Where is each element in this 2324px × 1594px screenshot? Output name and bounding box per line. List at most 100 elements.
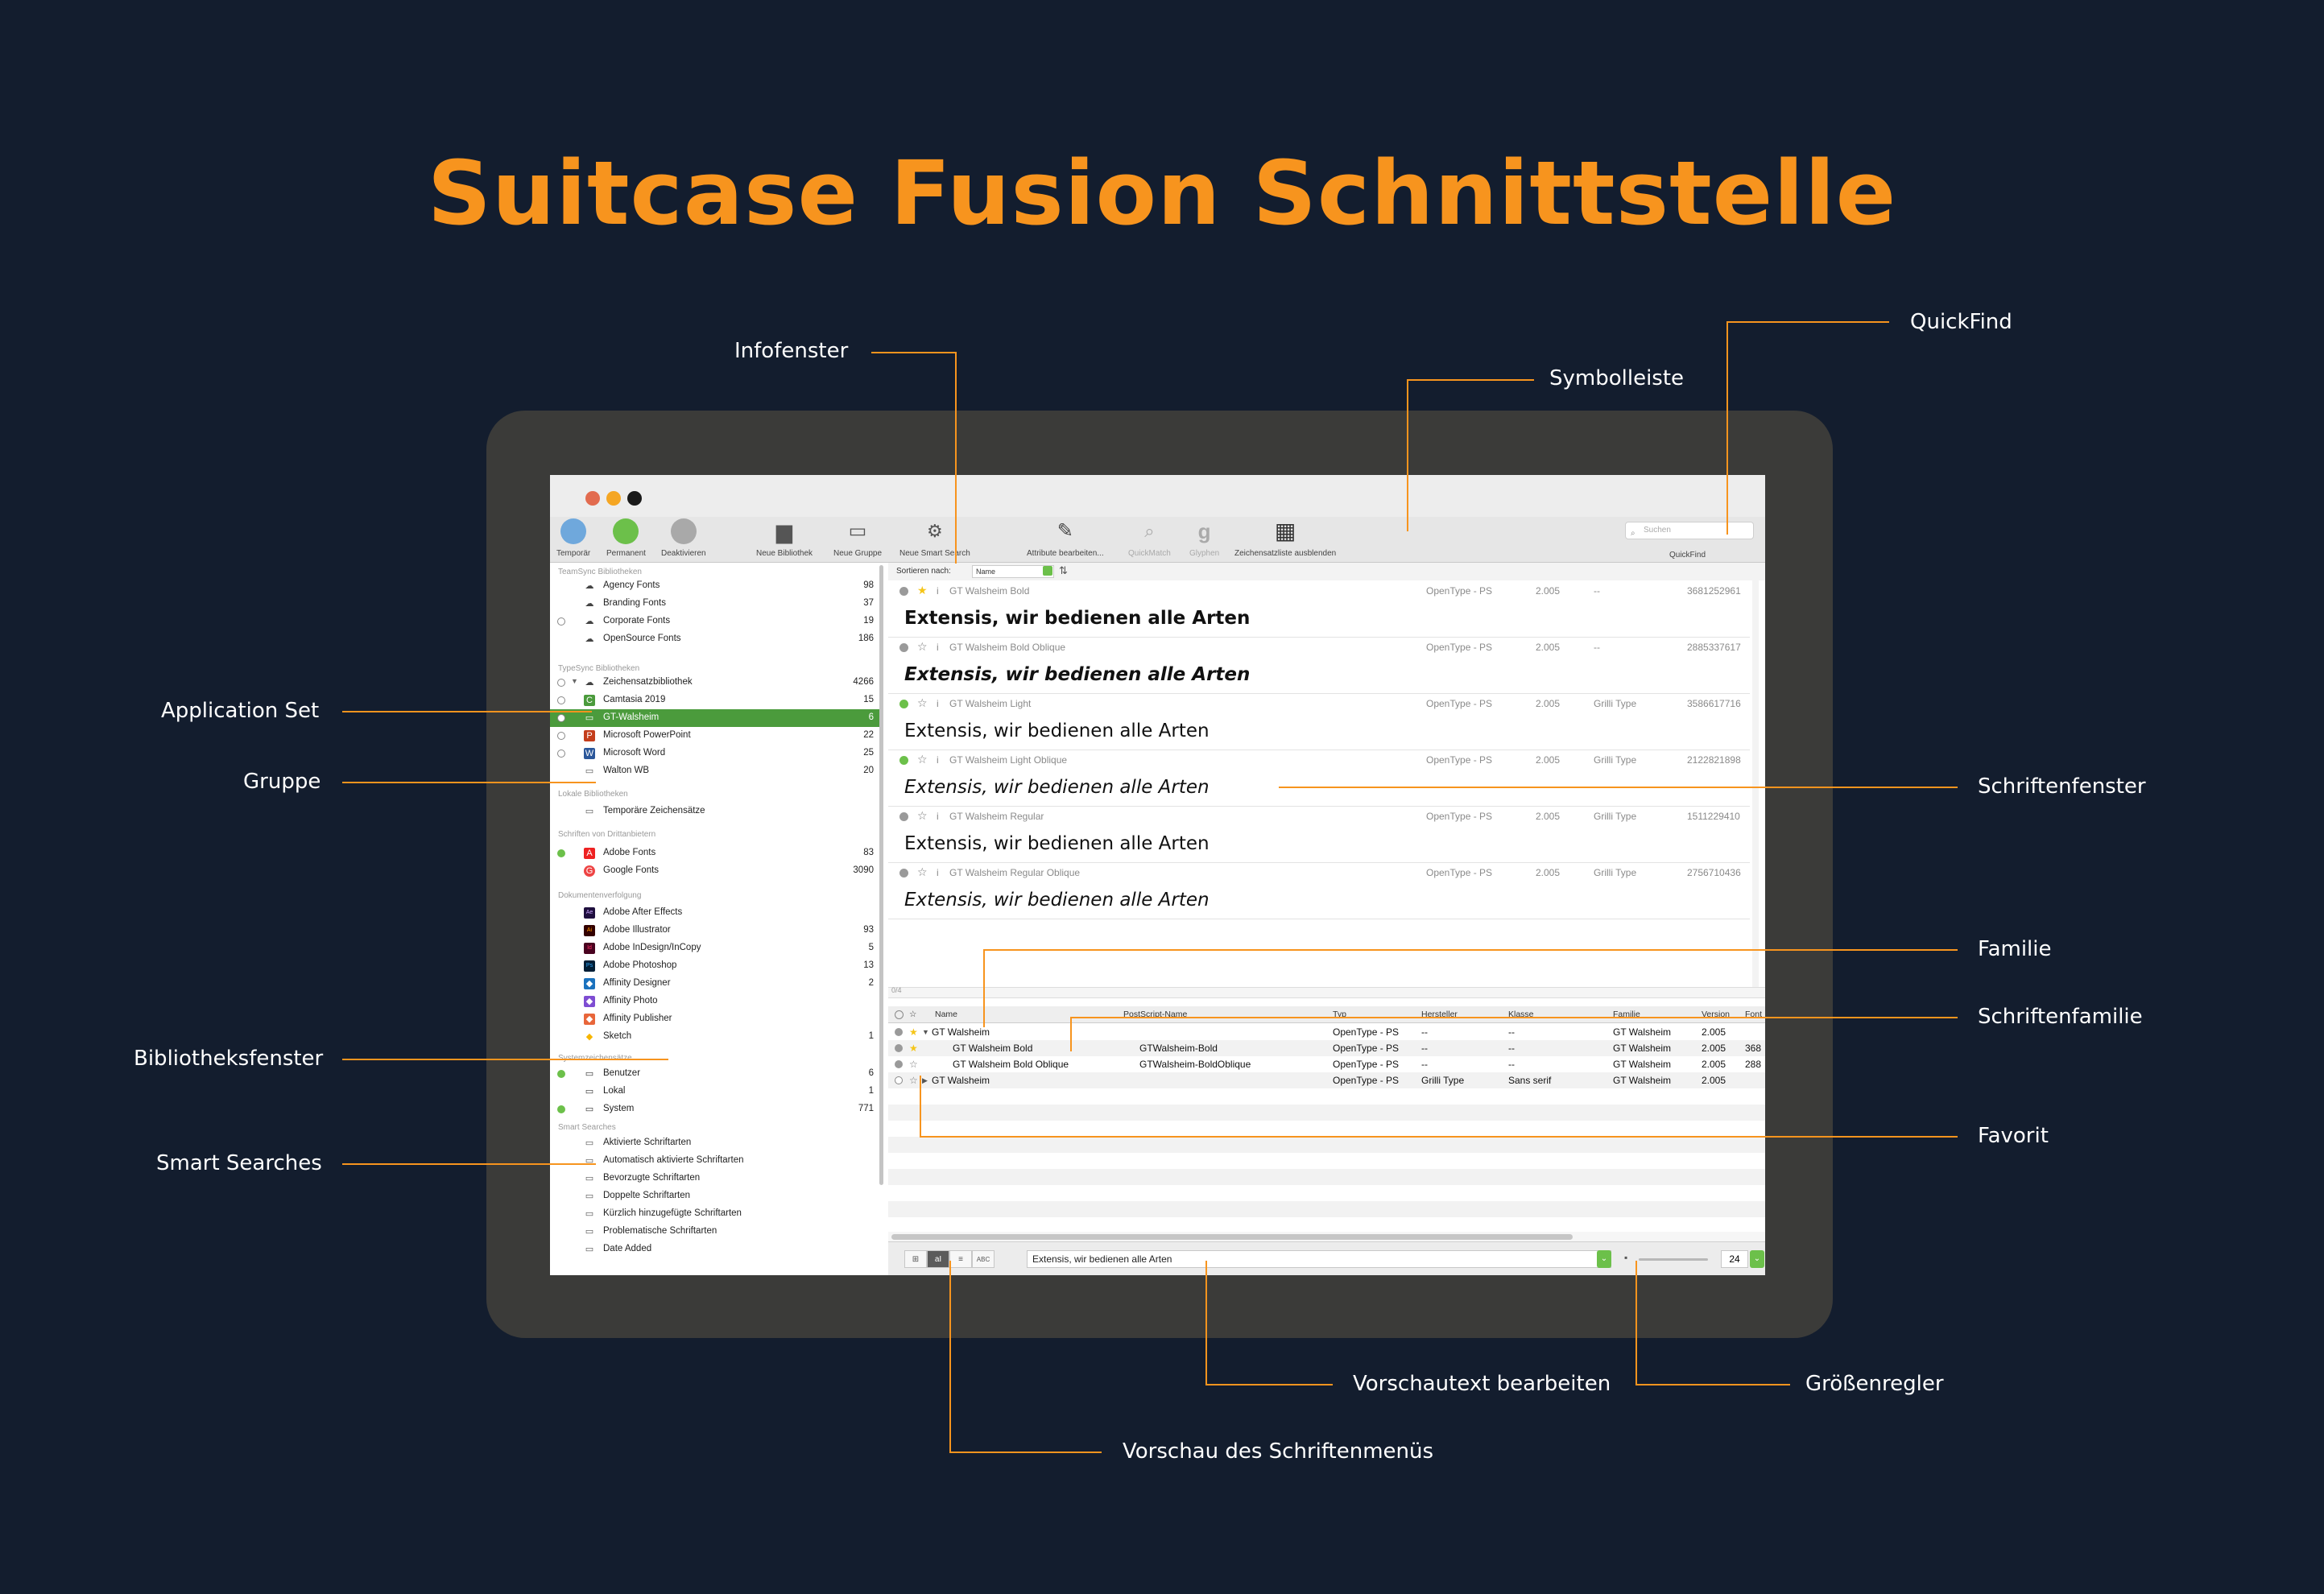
activation-status-icon[interactable]: [899, 756, 908, 765]
sort-order-icon[interactable]: ⇅: [1059, 564, 1068, 577]
activation-status-icon[interactable]: [557, 617, 565, 626]
activation-status-icon[interactable]: [557, 696, 565, 704]
sidebar-item[interactable]: ▭ Walton WB 20: [550, 762, 880, 780]
table-row[interactable]: ☆ GT Walsheim Bold Oblique GTWalsheim-Bold…: [888, 1056, 1765, 1072]
view-abc-button[interactable]: ABC: [972, 1250, 995, 1268]
activation-status-icon[interactable]: [899, 869, 908, 878]
column-header-family[interactable]: Familie: [1613, 1010, 1640, 1019]
activation-status-icon[interactable]: [557, 714, 565, 722]
column-header-maker[interactable]: Hersteller: [1421, 1010, 1458, 1019]
sidebar-item[interactable]: ▭ Bevorzugte Schriftarten: [550, 1170, 880, 1187]
sidebar-item[interactable]: ▭ Date Added: [550, 1241, 880, 1258]
glyphs-button[interactable]: g Glyphen: [1189, 518, 1219, 558]
sidebar-item[interactable]: ▭ Doppelte Schriftarten: [550, 1187, 880, 1205]
sidebar-item[interactable]: W Microsoft Word 25: [550, 745, 880, 762]
sidebar-item[interactable]: A Adobe Fonts 83: [550, 844, 880, 862]
sidebar-item[interactable]: ▭ GT-Walsheim 6: [550, 709, 880, 727]
sidebar-item[interactable]: ▭ Aktivierte Schriftarten: [550, 1134, 880, 1152]
favorite-star-icon[interactable]: ☆: [917, 809, 928, 823]
activation-status-icon[interactable]: [557, 1070, 565, 1078]
activation-status-icon[interactable]: [557, 732, 565, 740]
sidebar-item[interactable]: ▭ Kürzlich hinzugefügte Schriftarten: [550, 1205, 880, 1223]
favorite-star-icon[interactable]: ☆: [909, 1075, 918, 1086]
sidebar-item[interactable]: ▭ Temporäre Zeichensätze: [550, 803, 880, 820]
activation-status-icon[interactable]: [895, 1028, 903, 1036]
info-icon[interactable]: i: [937, 698, 939, 709]
sidebar-item[interactable]: ▭ Automatisch aktivierte Schriftarten: [550, 1152, 880, 1170]
sort-dropdown-icon[interactable]: [1043, 566, 1052, 576]
activation-status-icon[interactable]: [557, 849, 565, 857]
column-header-postscript[interactable]: PostScript-Name: [1123, 1010, 1187, 1019]
disclosure-triangle-icon[interactable]: ▼: [922, 1028, 929, 1036]
activation-status-icon[interactable]: [557, 750, 565, 758]
permanent-button[interactable]: Permanent: [606, 518, 646, 558]
size-dropdown[interactable]: ⌄: [1750, 1250, 1764, 1268]
sidebar-item[interactable]: Ae Adobe After Effects: [550, 904, 880, 922]
activation-status-icon[interactable]: [899, 587, 908, 596]
font-preview-entry[interactable]: ☆ i GT Walsheim Light Oblique OpenType - PS…: [888, 750, 1750, 807]
minimize-button[interactable]: [606, 491, 621, 506]
info-icon[interactable]: i: [937, 585, 939, 597]
sidebar-item[interactable]: Ai Adobe Illustrator 93: [550, 922, 880, 939]
font-preview-entry[interactable]: ☆ i GT Walsheim Regular OpenType - PS 2.005 G…: [888, 806, 1750, 863]
sidebar-item[interactable]: G Google Fonts 3090: [550, 862, 880, 880]
sidebar-item[interactable]: P Microsoft PowerPoint 22: [550, 727, 880, 745]
table-row[interactable]: ☆ ▶ GT Walsheim OpenType - PS Grilli Type San…: [888, 1072, 1765, 1088]
scrollbar-thumb[interactable]: [891, 1234, 1573, 1240]
sidebar-item[interactable]: ◆ Affinity Designer 2: [550, 975, 880, 993]
size-input[interactable]: 24: [1721, 1250, 1748, 1268]
column-header-version[interactable]: Version: [1702, 1010, 1730, 1019]
sidebar-item[interactable]: C Camtasia 2019 15: [550, 692, 880, 709]
table-row[interactable]: ★ GT Walsheim Bold GTWalsheim-Bold OpenType…: [888, 1040, 1765, 1056]
preview-scrollbar[interactable]: [1752, 580, 1759, 987]
quickfind-search-input[interactable]: ⌕ Suchen: [1625, 522, 1754, 539]
close-button[interactable]: [585, 491, 600, 506]
activation-status-icon[interactable]: [899, 643, 908, 652]
hide-font-list-button[interactable]: ▦ Zeichensatzliste ausblenden: [1234, 518, 1336, 558]
info-icon[interactable]: i: [937, 754, 939, 766]
activation-status-icon[interactable]: [895, 1060, 903, 1068]
info-icon[interactable]: i: [937, 811, 939, 822]
info-icon[interactable]: i: [937, 642, 939, 653]
activation-status-icon[interactable]: [557, 1105, 565, 1113]
sidebar-item[interactable]: ◆ Affinity Photo: [550, 993, 880, 1010]
font-preview-entry[interactable]: ☆ i GT Walsheim Light OpenType - PS 2.005 Gri…: [888, 693, 1750, 750]
sidebar-item[interactable]: ▭ Benutzer 6: [550, 1065, 880, 1083]
temporary-button[interactable]: Temporär: [556, 518, 590, 558]
new-smart-search-button[interactable]: ⚙ Neue Smart Search: [899, 518, 970, 558]
column-header-font[interactable]: Font: [1745, 1010, 1762, 1019]
sidebar-item[interactable]: ▼ ☁ Zeichensatzbibliothek 4266: [550, 674, 880, 692]
table-row[interactable]: ★ ▼ GT Walsheim OpenType - PS -- -- GT Walshei…: [888, 1024, 1765, 1040]
disclosure-triangle-icon[interactable]: ▶: [922, 1076, 928, 1085]
favorite-star-icon[interactable]: ☆: [917, 696, 928, 710]
header-activation-icon[interactable]: [895, 1010, 904, 1019]
info-icon[interactable]: i: [937, 867, 939, 878]
favorite-star-icon[interactable]: ☆: [909, 1059, 918, 1070]
font-preview-entry[interactable]: ☆ i GT Walsheim Regular Oblique OpenType - …: [888, 862, 1750, 919]
edit-attributes-button[interactable]: ✎ Attribute bearbeiten...: [1027, 518, 1104, 558]
table-horizontal-scrollbar[interactable]: [888, 1232, 1765, 1241]
activation-status-icon[interactable]: [557, 679, 565, 687]
sidebar-item[interactable]: ◆ Affinity Publisher: [550, 1010, 880, 1028]
sidebar-item[interactable]: Id Adobe InDesign/InCopy 5: [550, 939, 880, 957]
sidebar-item[interactable]: ☁ Corporate Fonts 19: [550, 613, 880, 630]
font-preview-entry[interactable]: ★ i GT Walsheim Bold OpenType - PS 2.005 -- 36…: [888, 580, 1750, 638]
preview-text-dropdown[interactable]: ⌄: [1597, 1250, 1611, 1268]
size-slider[interactable]: [1639, 1258, 1708, 1261]
column-header-name[interactable]: Name: [935, 1010, 957, 1019]
header-favorite-icon[interactable]: ☆: [909, 1010, 916, 1019]
favorite-star-icon[interactable]: ★: [909, 1026, 918, 1038]
disclosure-triangle-icon[interactable]: ▼: [571, 677, 578, 685]
view-sample-button[interactable]: aI: [927, 1250, 949, 1268]
activation-status-icon[interactable]: [899, 700, 908, 708]
zoom-button[interactable]: [627, 491, 642, 506]
sidebar-item[interactable]: ☁ Branding Fonts 37: [550, 595, 880, 613]
quickmatch-button[interactable]: ⌕ QuickMatch: [1128, 518, 1171, 558]
column-header-type[interactable]: Typ: [1333, 1010, 1346, 1019]
preview-text-input[interactable]: Extensis, wir bedienen alle Arten: [1027, 1250, 1611, 1268]
activation-status-icon[interactable]: [895, 1076, 903, 1084]
column-header-class[interactable]: Klasse: [1508, 1010, 1534, 1019]
view-paragraph-button[interactable]: ≡: [949, 1250, 972, 1268]
pane-divider[interactable]: 0/4: [888, 986, 1765, 998]
sidebar-item[interactable]: ☁ Agency Fonts 98: [550, 577, 880, 595]
